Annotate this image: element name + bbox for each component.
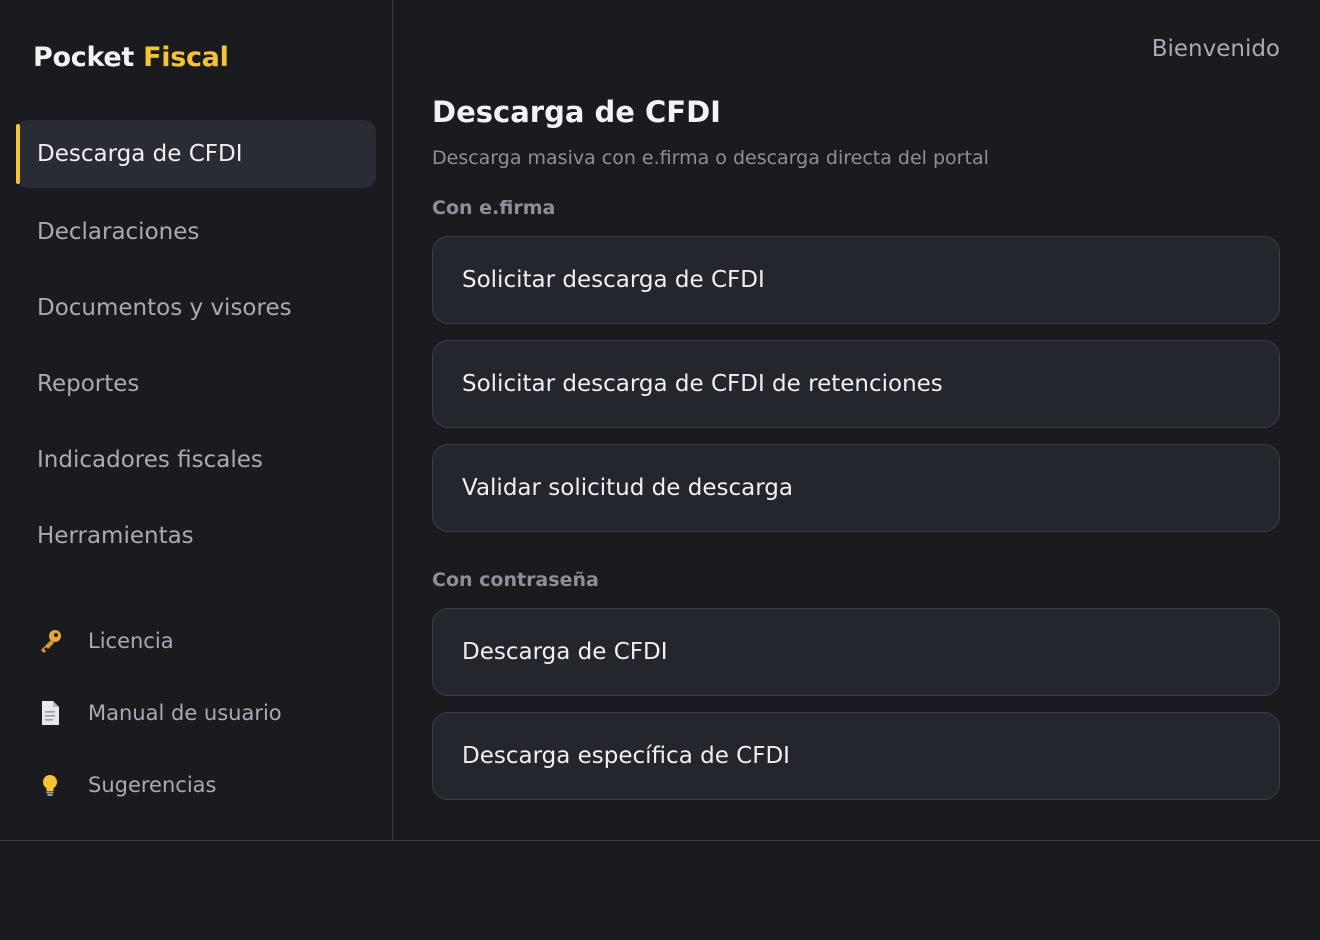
lightbulb-icon xyxy=(36,771,88,799)
main-content: Bienvenido Descarga de CFDI Descarga mas… xyxy=(394,0,1320,840)
sidebar-footer-licencia[interactable]: Licencia xyxy=(36,623,174,659)
document-icon xyxy=(36,699,88,727)
welcome-text: Bienvenido xyxy=(1151,36,1280,62)
descarga-cfdi-button[interactable]: Descarga de CFDI xyxy=(432,608,1280,696)
app-window: Pocket Fiscal Descarga de CFDI Declaraci… xyxy=(0,0,1320,841)
page-subtitle: Descarga masiva con e.firma o descarga d… xyxy=(432,147,989,169)
sidebar-item-label: Declaraciones xyxy=(37,219,200,245)
brand-word-fiscal: Fiscal xyxy=(143,42,229,73)
sidebar-item-label: Descarga de CFDI xyxy=(37,141,243,167)
sidebar: Pocket Fiscal Descarga de CFDI Declaraci… xyxy=(0,0,393,840)
validar-solicitud-button[interactable]: Validar solicitud de descarga xyxy=(432,444,1280,532)
action-label: Solicitar descarga de CFDI de retencione… xyxy=(462,371,943,397)
solicitar-descarga-retenciones-button[interactable]: Solicitar descarga de CFDI de retencione… xyxy=(432,340,1280,428)
descarga-especifica-cfdi-button[interactable]: Descarga específica de CFDI xyxy=(432,712,1280,800)
app-logo: Pocket Fiscal xyxy=(33,42,229,73)
sidebar-item-herramientas[interactable]: Herramientas xyxy=(16,502,376,570)
action-label: Descarga específica de CFDI xyxy=(462,743,790,769)
sidebar-item-indicadores-fiscales[interactable]: Indicadores fiscales xyxy=(16,426,376,494)
sidebar-footer-manual[interactable]: Manual de usuario xyxy=(36,695,282,731)
section-label-contrasena: Con contraseña xyxy=(432,569,599,591)
page-title: Descarga de CFDI xyxy=(432,95,721,129)
sidebar-footer-label: Sugerencias xyxy=(88,773,217,797)
sidebar-item-label: Indicadores fiscales xyxy=(37,447,263,473)
sidebar-footer-label: Manual de usuario xyxy=(88,701,282,725)
sidebar-item-label: Herramientas xyxy=(37,523,194,549)
sidebar-item-label: Reportes xyxy=(37,371,140,397)
sidebar-item-descarga-cfdi[interactable]: Descarga de CFDI xyxy=(16,120,376,188)
brand-word-pocket: Pocket xyxy=(33,42,134,73)
solicitar-descarga-cfdi-button[interactable]: Solicitar descarga de CFDI xyxy=(432,236,1280,324)
key-icon xyxy=(36,627,88,655)
sidebar-item-reportes[interactable]: Reportes xyxy=(16,350,376,418)
action-label: Descarga de CFDI xyxy=(462,639,668,665)
sidebar-item-declaraciones[interactable]: Declaraciones xyxy=(16,198,376,266)
sidebar-footer-label: Licencia xyxy=(88,629,174,653)
sidebar-item-label: Documentos y visores xyxy=(37,295,292,321)
section-label-efirma: Con e.firma xyxy=(432,197,556,219)
action-label: Solicitar descarga de CFDI xyxy=(462,267,765,293)
sidebar-footer-sugerencias[interactable]: Sugerencias xyxy=(36,767,216,803)
action-label: Validar solicitud de descarga xyxy=(462,475,793,501)
sidebar-item-documentos-visores[interactable]: Documentos y visores xyxy=(16,274,376,342)
